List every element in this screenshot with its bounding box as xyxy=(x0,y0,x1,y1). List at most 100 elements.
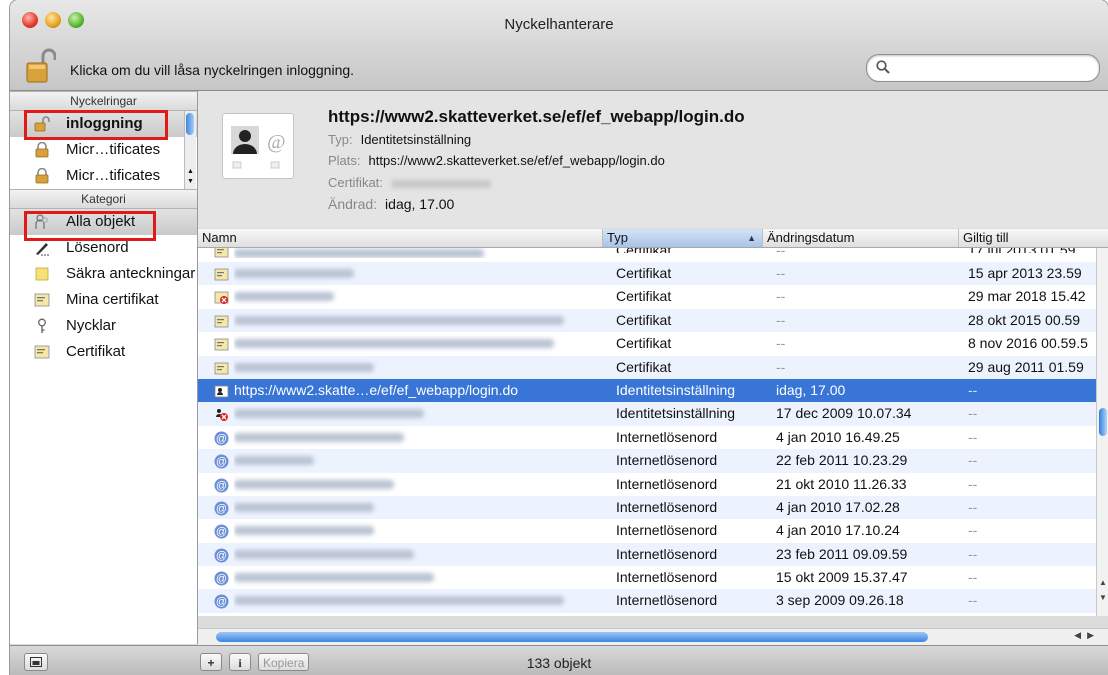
table-row[interactable]: Certifikat -- 15 apr 2013 23.59 xyxy=(198,262,1096,286)
row-name-blurred xyxy=(234,262,600,285)
column-header-namn[interactable]: Namn xyxy=(198,229,602,247)
unlocked-padlock-icon[interactable] xyxy=(26,48,56,84)
sidebar-item-label: Mina certifikat xyxy=(66,291,159,308)
svg-text:@: @ xyxy=(216,433,227,445)
row-andringsdatum: -- xyxy=(776,358,786,375)
row-giltig-till: -- xyxy=(968,569,978,586)
table-vertical-scrollbar[interactable]: ▲ ▼ xyxy=(1096,248,1108,616)
horizontal-scroll-thumb[interactable] xyxy=(216,632,928,642)
keychains-header: Nyckelringar xyxy=(10,91,197,111)
row-name-blurred xyxy=(234,356,600,379)
table-row[interactable]: Certifikat -- 29 aug 2011 01.59 xyxy=(198,355,1096,379)
table-row[interactable]: @ Internetlösenord 4 jan 2010 16.49.25 -- xyxy=(198,426,1096,449)
row-andringsdatum: 22 feb 2011 10.23.29 xyxy=(776,452,908,469)
row-name-blurred xyxy=(234,332,600,355)
identity-certificate-icon: @ xyxy=(222,113,294,179)
pen-icon xyxy=(36,243,49,256)
row-andringsdatum: 23 feb 2011 09.09.59 xyxy=(776,545,908,562)
table-row[interactable]: @ Internetlösenord 21 okt 2010 11.26.33 -- xyxy=(198,473,1096,496)
window-title: Nyckelhanterare xyxy=(504,16,614,33)
row-typ: Identitetsinställning xyxy=(616,381,736,398)
row-giltig-till: 17 jul 2013 01.59. xyxy=(968,248,1096,253)
sidebar-scroll-thumb[interactable] xyxy=(186,113,194,135)
table-row[interactable]: @ Internetlösenord 22 feb 2011 10.23.29 -- xyxy=(198,449,1096,473)
table-row[interactable]: @ Internetlösenord 3 sep 2009 09.26.18 -- xyxy=(198,589,1096,613)
scroll-down-arrow-icon[interactable]: ▼ xyxy=(1097,593,1108,602)
table-row[interactable]: Certifikat -- 29 mar 2018 15.42 xyxy=(198,285,1096,308)
sidebar-category-mina-certifikat[interactable]: Mina certifikat xyxy=(10,287,197,313)
scroll-up-arrow-icon[interactable]: ▲ xyxy=(1097,578,1108,587)
table-row[interactable]: @ Internetlösenord 4 jan 2010 17.10.24 -- xyxy=(198,519,1096,542)
info-certifikat-label: Certifikat: xyxy=(328,175,383,190)
search-input[interactable] xyxy=(897,58,1091,78)
info-plats-label: Plats: xyxy=(328,153,361,168)
highlight-box-alla-objekt xyxy=(24,211,156,241)
row-typ: Certifikat xyxy=(616,358,672,375)
svg-text:@: @ xyxy=(216,503,227,515)
info-plats-row: Plats: https://www2.skatteverket.se/ef/ef… xyxy=(328,153,665,168)
row-typ: Certifikat xyxy=(616,311,672,328)
sidebar-scrollbar[interactable]: ▲ ▼ xyxy=(184,111,196,189)
sidebar-category-nycklar[interactable]: Nycklar xyxy=(10,313,197,339)
column-header-andringsdatum[interactable]: Ändringsdatum xyxy=(762,229,958,247)
scroll-arrows-icon[interactable]: ▲ ▼ xyxy=(185,167,196,189)
sidebar-item-label: Micr…tificates xyxy=(66,141,161,158)
certificate-icon xyxy=(214,266,229,281)
at-sign-icon: @ xyxy=(214,547,229,563)
info-typ-value: Identitetsinställning xyxy=(360,132,472,147)
table-row[interactable]: Certifikat -- 28 okt 2015 00.59 xyxy=(198,308,1096,333)
certificate-revoked-icon xyxy=(214,289,229,305)
info-plats-value: https://www2.skatteverket.se/ef/ef_webap… xyxy=(368,153,665,168)
table-header: Namn Typ ▲ Ändringsdatum Giltig till xyxy=(198,229,1108,248)
search-icon xyxy=(876,60,890,74)
table-row[interactable]: @Internetlösenord9 jul 2010 10.14.01-- xyxy=(198,613,1096,617)
row-name: https://www2.skatte…e/ef/ef_webapp/login… xyxy=(234,381,519,398)
key-icon xyxy=(38,318,46,333)
search-field[interactable] xyxy=(866,54,1100,82)
item-title-url: https://www2.skatteverket.se/ef/ef_webap… xyxy=(328,107,745,126)
table-horizontal-scrollbar[interactable]: ◀▶ xyxy=(198,628,1108,645)
certificate-icon xyxy=(34,293,50,307)
keychain-window: Nyckelhanterare Klicka om du vill låsa n… xyxy=(10,0,1108,675)
vertical-scroll-thumb[interactable] xyxy=(1099,408,1107,436)
lock-keychain-text[interactable]: Klicka om du vill låsa nyckelringen inlo… xyxy=(70,62,354,78)
row-name-blurred xyxy=(234,449,600,472)
row-giltig-till: 8 nov 2016 00.59.5 xyxy=(968,335,1088,352)
column-header-typ[interactable]: Typ ▲ xyxy=(602,229,762,247)
certificate-icon xyxy=(214,336,229,351)
item-info-panel: @ https://www2.skatteverket.se/ef/ef_web… xyxy=(198,91,1108,228)
scroll-left-right-arrows-icon[interactable]: ◀▶ xyxy=(1074,630,1100,641)
svg-text:@: @ xyxy=(216,550,227,562)
sidebar-keychain-microsoft-2[interactable]: Micr…tificates xyxy=(10,163,197,189)
table-row[interactable]: Identitetsinställning 17 dec 2009 10.07.3… xyxy=(198,402,1096,426)
column-header-giltig-till[interactable]: Giltig till xyxy=(958,229,1108,247)
svg-text:@: @ xyxy=(216,573,227,585)
certificate-icon xyxy=(214,248,229,259)
sidebar-category-certifikat[interactable]: Certifikat xyxy=(10,339,197,365)
sidebar-item-label: Lösenord xyxy=(66,239,129,256)
at-sign-icon: @ xyxy=(214,523,229,539)
sidebar-item-label: Certifikat xyxy=(66,343,126,360)
table-row[interactable]: @ Internetlösenord 4 jan 2010 17.02.28 -- xyxy=(198,495,1096,520)
sidebar-category-sakra-anteckningar[interactable]: Säkra anteckningar xyxy=(10,261,197,287)
sidebar-keychain-microsoft-1[interactable]: Micr…tificates xyxy=(10,137,197,163)
sidebar: Nyckelringar inloggning Micr…tificates M… xyxy=(10,91,198,644)
table-row[interactable]: https://www2.skatte…e/ef/ef_webapp/login… xyxy=(198,378,1096,403)
row-name-blurred xyxy=(234,519,600,542)
at-sign-icon: @ xyxy=(214,570,229,586)
at-sign-icon: @ xyxy=(214,593,229,609)
padlock-icon xyxy=(35,142,49,158)
row-giltig-till: -- xyxy=(968,405,978,422)
sidebar-item-label: Nycklar xyxy=(66,317,117,334)
row-andringsdatum: idag, 17.00 xyxy=(776,381,846,398)
certificate-icon xyxy=(34,345,50,359)
table-row[interactable]: Certifikat -- 8 nov 2016 00.59.5 xyxy=(198,332,1096,355)
table-row[interactable]: Certifikat -- 17 jul 2013 01.59. xyxy=(198,248,1096,262)
items-table[interactable]: Namn Typ ▲ Ändringsdatum Giltig till Cer… xyxy=(198,229,1108,616)
table-row[interactable]: @ Internetlösenord 15 okt 2009 15.37.47 -- xyxy=(198,566,1096,589)
table-row[interactable]: @ Internetlösenord 23 feb 2011 09.09.59 -- xyxy=(198,542,1096,567)
row-andringsdatum: 17 dec 2009 10.07.34 xyxy=(776,405,912,422)
svg-text:@: @ xyxy=(216,480,227,492)
sort-ascending-icon: ▲ xyxy=(747,233,756,243)
svg-text:@: @ xyxy=(216,456,227,468)
